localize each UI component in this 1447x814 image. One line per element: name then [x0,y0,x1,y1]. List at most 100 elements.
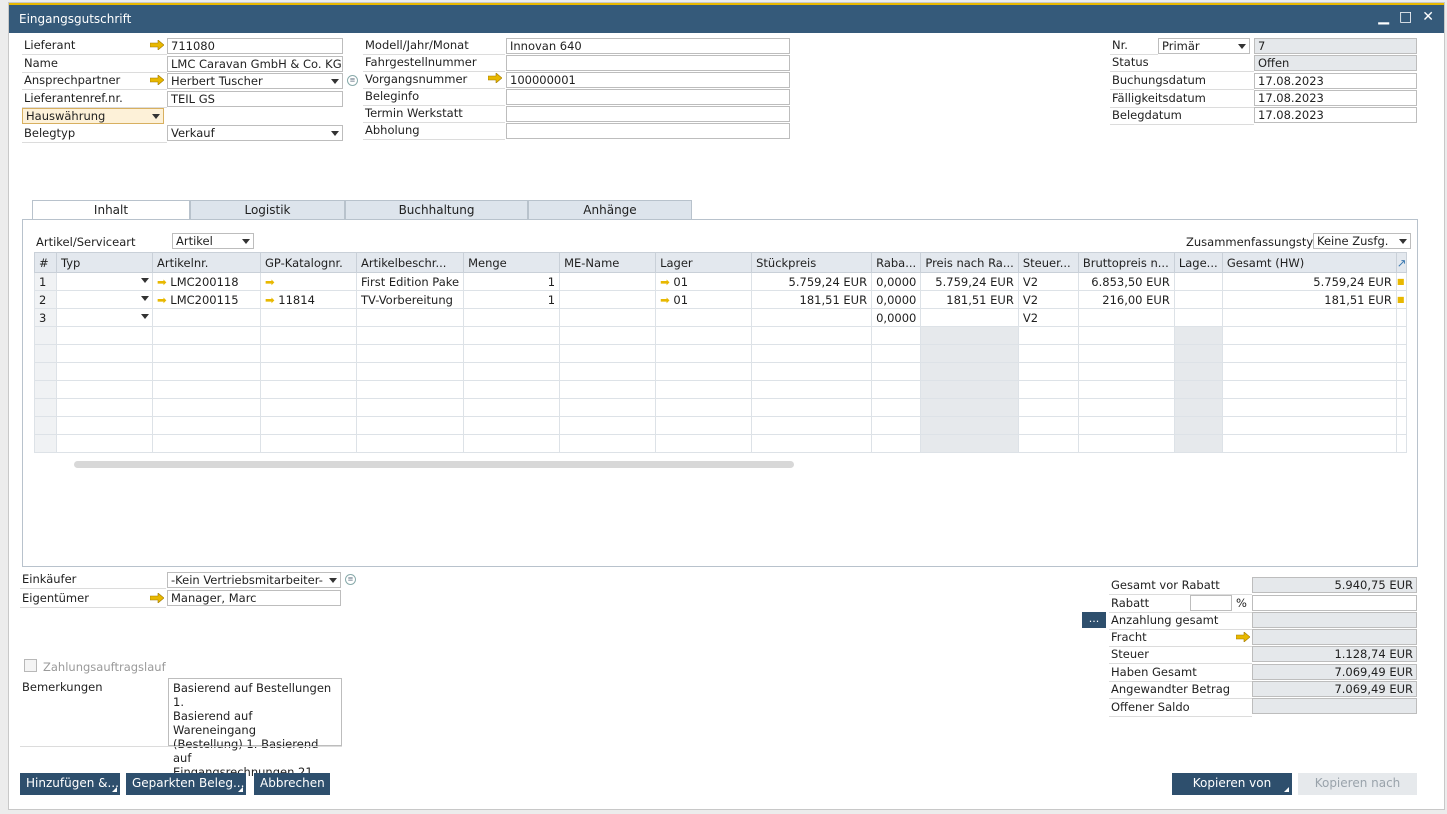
me-name-cell[interactable] [559,290,657,309]
typ-cell[interactable] [56,290,153,309]
link-arrow-icon[interactable]: ➡ [265,293,275,307]
gesamt-cell[interactable]: 181,51 EUR [1221,290,1397,309]
buchungsdatum-field[interactable]: 17.08.2023 [1254,73,1417,89]
link-arrow-icon[interactable]: ➡ [157,275,167,289]
expand-icon[interactable]: ↗ [1395,252,1408,273]
preis-nach-rabatt-cell[interactable] [920,308,1019,327]
artikelnr-cell[interactable] [152,308,261,327]
me-name-cell[interactable] [559,308,657,327]
zahlungsauftragslauf-checkbox[interactable] [24,659,37,672]
gesamt-cell[interactable]: 5.759,24 EUR [1221,272,1397,291]
rabatt-cell[interactable]: 0,0000 [871,290,922,309]
kopieren-von-button[interactable]: Kopieren von [1172,773,1292,795]
typ-cell[interactable] [56,308,153,327]
column-header[interactable]: Steuer... [1017,252,1079,273]
menge-cell[interactable]: 1 [463,290,561,309]
stueckpreis-cell[interactable]: 5.759,24 EUR [751,272,873,291]
beschreibung-cell[interactable]: First Edition Pake [355,272,465,291]
eigentuemer-field[interactable]: Manager, Marc [167,590,341,606]
geparkten-beleg-button[interactable]: Geparkten Beleg... [126,773,246,795]
column-header[interactable]: Typ [56,252,153,273]
link-arrow-icon[interactable] [150,40,164,50]
tab-logistik[interactable]: Logistik [190,200,345,220]
ansprechpartner-select[interactable]: Herbert Tuscher [167,73,343,89]
maximize-icon[interactable]: □ [1399,9,1412,25]
link-arrow-icon[interactable]: ➡ [157,293,167,307]
link-arrow-icon[interactable] [150,75,164,85]
close-icon[interactable]: ✕ [1422,9,1434,25]
steuer-cell[interactable]: V2 [1017,272,1079,291]
link-arrow-icon[interactable]: ■ [1395,290,1408,309]
rabatt-cell[interactable]: 0,0000 [871,308,922,327]
horizontal-scrollbar[interactable] [74,461,794,468]
stueckpreis-cell[interactable]: 181,51 EUR [751,290,873,309]
bruttopreis-cell[interactable]: 6.853,50 EUR [1077,272,1175,291]
belegtyp-select[interactable]: Verkauf [167,125,343,141]
zusammenfassungstyp-select[interactable]: Keine Zusfg. [1313,233,1411,249]
table-row[interactable]: 1 ➡ LMC200118 ➡ First Edition Pake 1 ➡ 0… [34,272,1408,291]
preis-nach-rabatt-cell[interactable]: 181,51 EUR [920,290,1019,309]
steuer-cell[interactable]: V2 [1017,290,1079,309]
beleginfo-field[interactable] [506,89,790,105]
steuer-cell[interactable]: V2 [1017,308,1079,327]
column-header[interactable]: Raba... [871,252,922,273]
faelligkeitsdatum-field[interactable]: 17.08.2023 [1254,90,1417,106]
link-arrow-icon[interactable] [1236,632,1250,642]
currency-select[interactable]: Hauswährung [22,108,164,124]
vorgang-field[interactable]: 100000001 [506,72,790,88]
katalognr-cell[interactable]: ➡ [260,272,357,291]
column-header[interactable]: Menge [463,252,561,273]
table-row[interactable]: 2 ➡ LMC200115 ➡ 11814 TV-Vorbereitung 1 … [34,290,1408,309]
info-icon[interactable]: ≡ [345,574,356,585]
link-arrow-icon[interactable]: ➡ [660,293,670,307]
me-name-cell[interactable] [559,272,657,291]
artikelnr-cell[interactable]: ➡ LMC200115 [152,290,261,309]
minimize-icon[interactable]: ▁ [1378,9,1389,25]
bemerkungen-textarea[interactable]: Basierend auf Bestellungen 1. Basierend … [168,678,342,779]
link-arrow-icon[interactable]: ➡ [265,275,275,289]
rabatt-cell[interactable]: 0,0000 [871,272,922,291]
column-header[interactable]: Stückpreis [751,252,873,273]
tab-inhalt[interactable]: Inhalt [32,200,190,221]
typ-cell[interactable] [56,272,153,291]
bruttopreis-cell[interactable] [1077,308,1175,327]
tab-anhaenge[interactable]: Anhänge [528,200,692,220]
preis-nach-rabatt-cell[interactable]: 5.759,24 EUR [920,272,1019,291]
column-header[interactable]: # [34,252,57,273]
einkaeufer-select[interactable]: -Kein Vertriebsmitarbeiter- [167,572,341,588]
lage-cell[interactable] [1173,272,1223,291]
artikelnr-cell[interactable]: ➡ LMC200118 [152,272,261,291]
column-header[interactable]: Artikelnr. [152,252,261,273]
column-header[interactable]: Preis nach Ra... [920,252,1019,273]
modell-field[interactable]: Innovan 640 [506,38,790,54]
more-button[interactable]: ... [1082,612,1106,628]
lager-cell[interactable] [655,308,753,327]
column-header[interactable]: Artikelbeschr... [355,252,465,273]
abholung-field[interactable] [506,123,790,139]
beschreibung-cell[interactable]: TV-Vorbereitung [355,290,465,309]
beschreibung-cell[interactable] [355,308,465,327]
termin-field[interactable] [506,106,790,122]
belegdatum-field[interactable]: 17.08.2023 [1254,107,1417,123]
column-header[interactable]: Lage... [1173,252,1223,273]
tab-buchhaltung[interactable]: Buchhaltung [345,200,528,220]
link-arrow-icon[interactable] [150,593,164,603]
lager-cell[interactable]: ➡ 01 [655,290,753,309]
lieferantenref-field[interactable]: TEIL GS [167,91,343,107]
name-field[interactable]: LMC Caravan GmbH & Co. KG [167,56,343,72]
lage-cell[interactable] [1173,308,1223,327]
stueckpreis-cell[interactable] [751,308,873,327]
column-header[interactable]: Lager [655,252,753,273]
table-row[interactable]: 3 0,0000 V2 [34,308,1408,327]
katalognr-cell[interactable] [260,308,357,327]
abbrechen-button[interactable]: Abbrechen [254,773,330,795]
lieferant-field[interactable]: 711080 [167,38,343,54]
fahrgestell-field[interactable] [506,55,790,71]
nr-series-select[interactable]: Primär [1158,38,1250,54]
link-arrow-icon[interactable]: ➡ [660,275,670,289]
lager-cell[interactable]: ➡ 01 [655,272,753,291]
lage-cell[interactable] [1173,290,1223,309]
rabatt-percent-field[interactable] [1190,595,1232,611]
info-icon[interactable]: ≡ [347,75,358,86]
column-header[interactable]: GP-Katalognr. [260,252,357,273]
